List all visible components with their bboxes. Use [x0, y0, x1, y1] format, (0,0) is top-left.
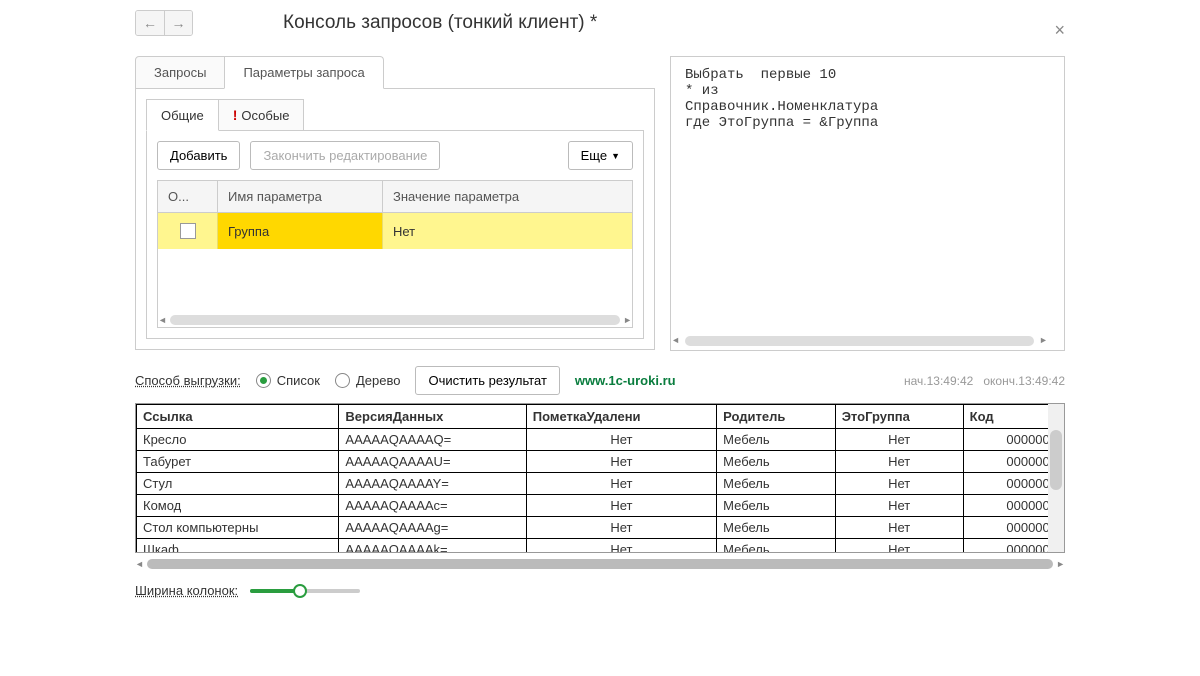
table-cell: Нет — [835, 517, 963, 539]
exclamation-icon: ! — [233, 107, 238, 123]
table-cell: Нет — [526, 539, 716, 554]
tab-general[interactable]: Общие — [146, 99, 219, 131]
table-cell: Мебель — [717, 495, 836, 517]
param-value: Нет — [383, 213, 632, 249]
radio-tree[interactable]: Дерево — [335, 373, 400, 388]
table-row[interactable]: Стол компьютерныAAAAAQAAAAg=НетМебельНет… — [137, 517, 1064, 539]
result-header[interactable]: Ссылка — [137, 405, 339, 429]
table-cell: Мебель — [717, 539, 836, 554]
table-cell: Нет — [526, 429, 716, 451]
table-cell: Нет — [835, 473, 963, 495]
finish-edit-button[interactable]: Закончить редактирование — [250, 141, 440, 170]
chevron-down-icon: ▼ — [611, 151, 620, 161]
table-row[interactable]: КомодAAAAAQAAAAc=НетМебельНет0000000 — [137, 495, 1064, 517]
table-cell: AAAAAQAAAAQ= — [339, 429, 526, 451]
result-scroll-h[interactable] — [135, 557, 1065, 571]
table-cell: Нет — [835, 539, 963, 554]
table-cell: Нет — [526, 517, 716, 539]
table-cell: Нет — [526, 451, 716, 473]
table-cell: Табурет — [137, 451, 339, 473]
close-icon[interactable]: × — [1054, 20, 1065, 41]
table-cell: Мебель — [717, 429, 836, 451]
table-cell: AAAAAQAAAAg= — [339, 517, 526, 539]
param-col-val: Значение параметра — [383, 181, 632, 212]
param-row[interactable]: Группа Нет — [158, 213, 632, 249]
param-scroll-h[interactable] — [158, 313, 632, 327]
export-method-label: Способ выгрузки: — [135, 373, 241, 388]
table-row[interactable]: ШкафAAAAAQAAAAk=НетМебельНет0000000 — [137, 539, 1064, 554]
back-button[interactable]: ← — [136, 11, 164, 35]
result-table[interactable]: СсылкаВерсияДанныхПометкаУдалениРодитель… — [136, 404, 1064, 553]
column-width-slider[interactable] — [250, 589, 360, 593]
table-cell: Стол компьютерны — [137, 517, 339, 539]
result-header[interactable]: ВерсияДанных — [339, 405, 526, 429]
table-cell: Нет — [835, 451, 963, 473]
table-row[interactable]: ТабуретAAAAAQAAAAU=НетМебельНет0000000 — [137, 451, 1064, 473]
slider-handle[interactable] — [293, 584, 307, 598]
time-end: оконч.13:49:42 — [983, 374, 1065, 388]
table-cell: Нет — [835, 495, 963, 517]
radio-icon — [335, 373, 350, 388]
column-width-label: Ширина колонок: — [135, 583, 238, 598]
param-name: Группа — [218, 213, 383, 249]
radio-icon — [256, 373, 271, 388]
tab-params[interactable]: Параметры запроса — [224, 56, 383, 89]
table-cell: Нет — [526, 473, 716, 495]
clear-result-button[interactable]: Очистить результат — [415, 366, 559, 395]
result-header[interactable]: ПометкаУдалени — [526, 405, 716, 429]
nav-buttons: ← → — [135, 10, 193, 36]
tab-special[interactable]: ! Особые — [218, 99, 305, 131]
table-cell: Нет — [835, 429, 963, 451]
table-cell: AAAAAQAAAAU= — [339, 451, 526, 473]
table-cell: Комод — [137, 495, 339, 517]
result-table-wrap: СсылкаВерсияДанныхПометкаУдалениРодитель… — [135, 403, 1065, 553]
table-cell: Шкаф — [137, 539, 339, 554]
param-table: О... Имя параметра Значение параметра Гр… — [157, 180, 633, 328]
param-col-o: О... — [158, 181, 218, 212]
table-cell: Нет — [526, 495, 716, 517]
table-row[interactable]: СтулAAAAAQAAAAY=НетМебельНет0000000 — [137, 473, 1064, 495]
table-cell: AAAAAQAAAAc= — [339, 495, 526, 517]
result-header[interactable]: Родитель — [717, 405, 836, 429]
query-editor[interactable]: Выбрать первые 10 * из Справочник.Номенк… — [670, 56, 1065, 351]
result-scroll-v[interactable] — [1048, 404, 1064, 552]
table-cell: Мебель — [717, 517, 836, 539]
query-scroll-h[interactable] — [673, 334, 1046, 348]
result-header[interactable]: ЭтоГруппа — [835, 405, 963, 429]
page-title: Консоль запросов (тонкий клиент) * — [203, 12, 597, 34]
time-start: нач.13:49:42 — [904, 374, 973, 388]
table-cell: AAAAAQAAAAk= — [339, 539, 526, 554]
tab-queries[interactable]: Запросы — [135, 56, 225, 89]
site-link[interactable]: www.1c-uroki.ru — [575, 373, 676, 388]
param-col-name: Имя параметра — [218, 181, 383, 212]
table-cell: Стул — [137, 473, 339, 495]
param-checkbox[interactable] — [180, 223, 196, 239]
table-cell: AAAAAQAAAAY= — [339, 473, 526, 495]
table-cell: Мебель — [717, 451, 836, 473]
table-cell: Кресло — [137, 429, 339, 451]
add-button[interactable]: Добавить — [157, 141, 240, 170]
forward-button[interactable]: → — [164, 11, 192, 35]
table-cell: Мебель — [717, 473, 836, 495]
more-button[interactable]: Еще ▼ — [568, 141, 633, 170]
tab-special-label: Особые — [241, 108, 289, 123]
table-row[interactable]: КреслоAAAAAQAAAAQ=НетМебельНет0000000 — [137, 429, 1064, 451]
radio-list[interactable]: Список — [256, 373, 320, 388]
